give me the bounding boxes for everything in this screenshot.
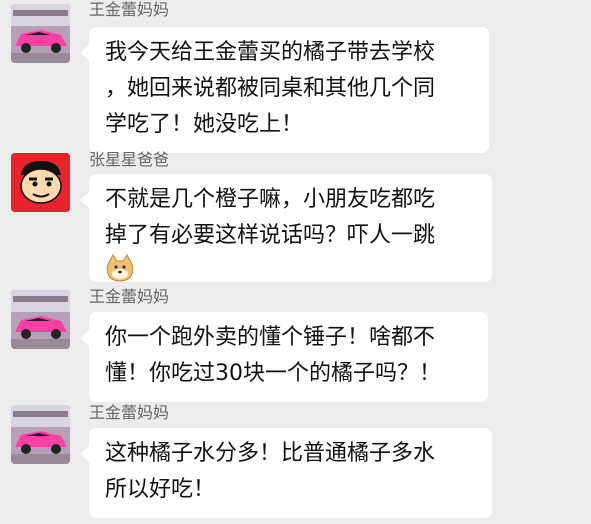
sender-name: 张星星爸爸: [89, 150, 170, 169]
pink-sports-car-avatar-icon: [11, 290, 70, 349]
message-bubble: 我今天给王金蕾买的橘子带去学校 ，她回来说都被同桌和其他几个同 学吃了！她没吃上…: [80, 27, 489, 153]
message-text-line: 你一个跑外卖的懂个锤子！啥都不: [105, 325, 436, 350]
pink-sports-car-avatar-icon: [11, 4, 70, 63]
avatar[interactable]: [11, 405, 70, 464]
message-text-line: ，她回来说都被同桌和其他几个同: [105, 76, 436, 101]
cartoon-boy-avatar-icon: [11, 153, 70, 212]
message-bubble: 你一个跑外卖的懂个锤子！啥都不 懂！你吃过30块一个的橘子吗？！: [80, 312, 488, 402]
message-text-line: 不就是几个橙子嘛，小朋友吃都吃: [105, 187, 436, 212]
sender-name: 王金蕾妈妈: [89, 0, 170, 19]
message-bubble: 这种橘子水分多！比普通橘子多水 所以好吃！: [80, 428, 492, 518]
message-bubble: 不就是几个橙子嘛，小朋友吃都吃 掉了有必要这样说话吗？吓人一跳: [80, 174, 492, 282]
avatar[interactable]: [11, 153, 70, 212]
message-text-line: 我今天给王金蕾买的橘子带去学校: [105, 40, 436, 65]
avatar[interactable]: [11, 4, 70, 63]
message-text-line: 这种橘子水分多！比普通橘子多水: [105, 441, 436, 466]
message-text-line: 学吃了！她没吃上！: [105, 112, 304, 137]
message-text-line: 所以好吃！: [105, 477, 216, 502]
message-text-line: 懂！你吃过30块一个的橘子吗？！: [105, 361, 441, 386]
avatar[interactable]: [11, 290, 70, 349]
message-text-line: 掉了有必要这样说话吗？吓人一跳: [105, 223, 436, 248]
pink-sports-car-avatar-icon: [11, 405, 70, 464]
sender-name: 王金蕾妈妈: [89, 287, 170, 306]
sender-name: 王金蕾妈妈: [89, 403, 170, 422]
